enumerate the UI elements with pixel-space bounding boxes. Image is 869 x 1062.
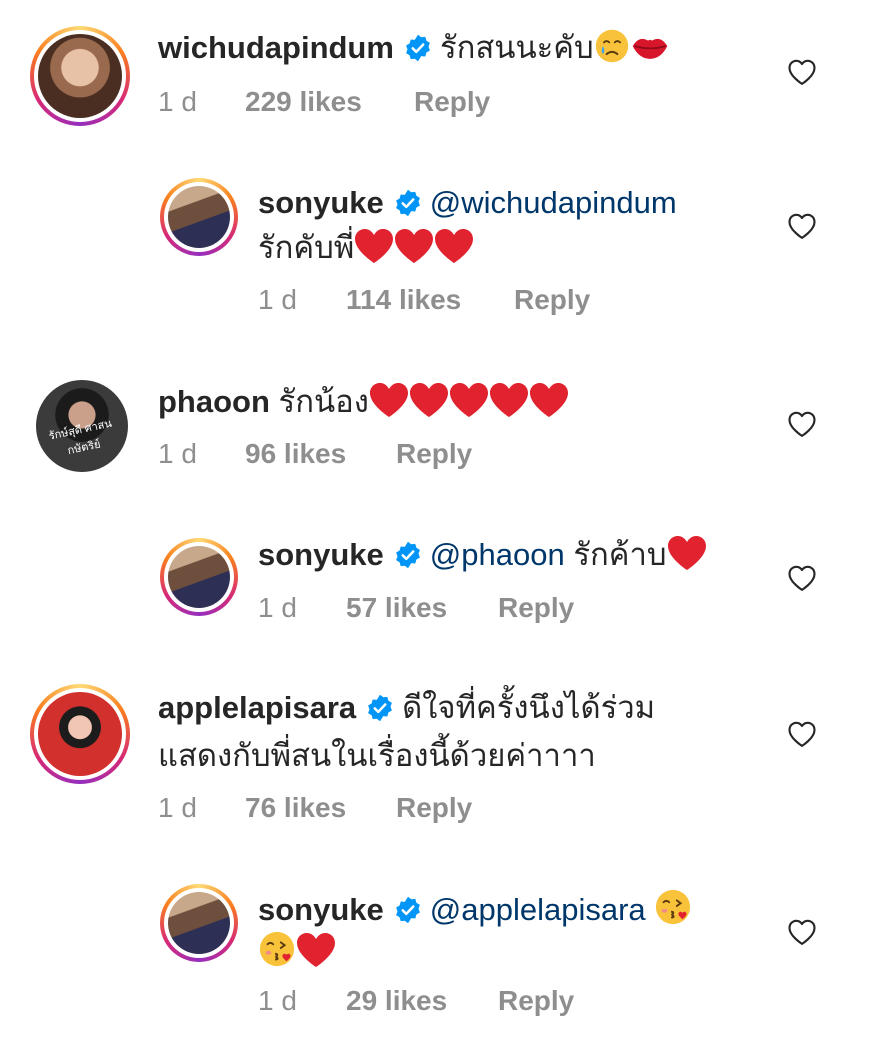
red-heart-icon	[394, 228, 434, 264]
red-heart-icon	[434, 228, 474, 264]
like-heart-icon[interactable]	[787, 564, 817, 592]
likes-count[interactable]: 114 likes	[346, 284, 461, 316]
red-heart-icon	[369, 382, 409, 418]
reply-button[interactable]: Reply	[396, 438, 472, 470]
mention-link[interactable]: @wichudapindum	[430, 185, 677, 220]
likes-count[interactable]: 57 likes	[346, 592, 447, 624]
comment-text: รักค้าบ	[573, 537, 667, 572]
like-heart-icon[interactable]	[787, 58, 817, 86]
mention-link[interactable]: @applelapisara	[430, 892, 646, 927]
red-heart-icon	[667, 535, 707, 571]
red-heart-icon	[409, 382, 449, 418]
red-heart-icon	[354, 228, 394, 264]
comment-reply: sonyuke @wichudapindum รักคับพี่ 1 d 114 …	[0, 150, 869, 330]
username[interactable]: phaoon	[158, 384, 270, 419]
comment-time: 1 d	[158, 438, 197, 469]
kiss-mark-icon	[630, 30, 670, 64]
red-heart-icon	[449, 382, 489, 418]
avatar[interactable]	[30, 26, 130, 126]
comment-time: 1 d	[258, 592, 297, 623]
verified-badge-icon	[404, 34, 432, 62]
crying-face-icon	[594, 28, 630, 64]
reply-button[interactable]: Reply	[498, 592, 574, 624]
likes-count[interactable]: 76 likes	[245, 792, 346, 824]
face-blowing-kiss-icon	[258, 930, 296, 968]
avatar[interactable]	[160, 538, 238, 616]
reply-button[interactable]: Reply	[396, 792, 472, 824]
comment-reply: sonyuke @phaoon รักค้าบ 1 d 57 likes Repl…	[0, 510, 869, 640]
verified-badge-icon	[394, 896, 422, 924]
comment: wichudapindum รักสนนะคับ 1 d 229 likes Re…	[0, 0, 869, 140]
comment-text: รักน้อง	[278, 384, 369, 419]
comment-time: 1 d	[158, 86, 197, 117]
comment: applelapisara ดีใจที่ครั้งนึงได้ร่วม แสดง…	[0, 670, 869, 840]
comment-time: 1 d	[258, 985, 297, 1016]
reply-button[interactable]: Reply	[498, 985, 574, 1017]
username[interactable]: applelapisara	[158, 690, 356, 725]
avatar[interactable]	[30, 684, 130, 784]
comment-text: รักคับพี่	[258, 230, 355, 265]
comment-time: 1 d	[258, 284, 297, 315]
avatar-caption: รักษ์สุดี ศาสน กษัตริย์	[47, 417, 113, 458]
username[interactable]: sonyuke	[258, 537, 384, 572]
like-heart-icon[interactable]	[787, 212, 817, 240]
verified-badge-icon	[366, 694, 394, 722]
username[interactable]: sonyuke	[258, 892, 384, 927]
red-heart-icon	[529, 382, 569, 418]
comment: รักษ์สุดี ศาสน กษัตริย์ phaoon รักน้อง 1…	[0, 360, 869, 490]
comment-text-line1: ดีใจที่ครั้งนึงได้ร่วม	[402, 690, 656, 725]
comment-text-line2: แสดงกับพี่สนในเรื่องนี้ด้วยค่าาาา	[158, 738, 596, 773]
comment-time: 1 d	[158, 792, 197, 823]
mention-link[interactable]: @phaoon	[430, 537, 565, 572]
verified-badge-icon	[394, 541, 422, 569]
comment-text: รักสนนะคับ	[439, 30, 594, 65]
username[interactable]: wichudapindum	[158, 30, 394, 65]
likes-count[interactable]: 96 likes	[245, 438, 346, 470]
username[interactable]: sonyuke	[258, 185, 384, 220]
verified-badge-icon	[394, 189, 422, 217]
likes-count[interactable]: 29 likes	[346, 985, 447, 1017]
avatar[interactable]: รักษ์สุดี ศาสน กษัตริย์	[36, 380, 128, 472]
reply-button[interactable]: Reply	[514, 284, 590, 316]
red-heart-icon	[489, 382, 529, 418]
avatar[interactable]	[160, 884, 238, 962]
face-blowing-kiss-icon	[654, 888, 692, 926]
like-heart-icon[interactable]	[787, 410, 817, 438]
comment-reply: sonyuke @applelapisara 1 d 29 likes Reply	[0, 860, 869, 1060]
like-heart-icon[interactable]	[787, 918, 817, 946]
likes-count[interactable]: 229 likes	[245, 86, 362, 118]
red-heart-icon	[296, 932, 336, 968]
avatar[interactable]	[160, 178, 238, 256]
reply-button[interactable]: Reply	[414, 86, 490, 118]
like-heart-icon[interactable]	[787, 720, 817, 748]
